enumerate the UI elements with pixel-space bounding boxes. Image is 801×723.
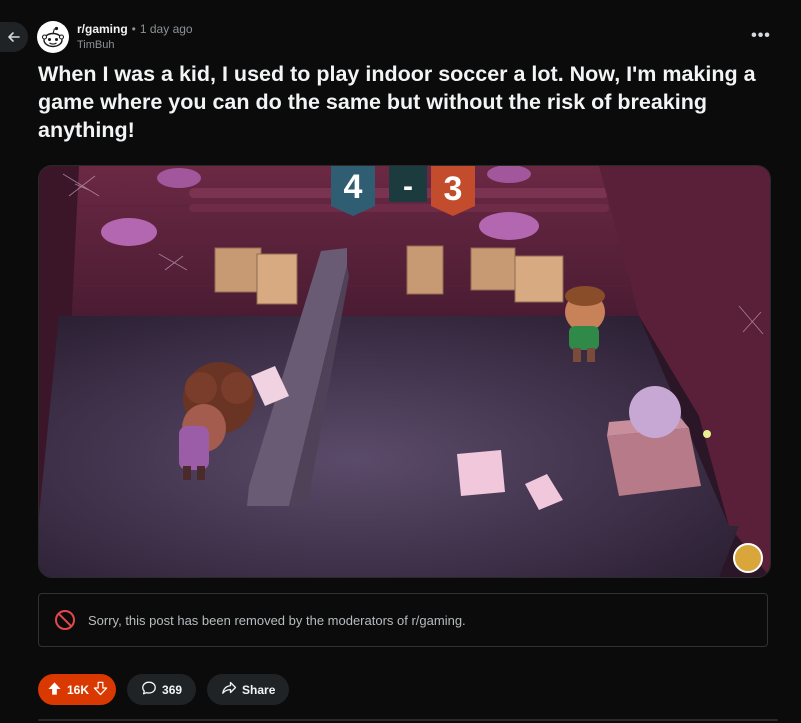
post-title: When I was a kid, I used to play indoor … xyxy=(38,62,756,142)
score-dash: - xyxy=(403,170,413,203)
post-media-video[interactable]: 4 - 3 xyxy=(38,165,771,578)
comments-button[interactable]: 369 xyxy=(127,674,197,705)
meta-separator: • xyxy=(131,22,136,36)
game-scene-image: 4 - 3 xyxy=(39,166,770,577)
comment-bubble-icon xyxy=(141,680,157,699)
subreddit-avatar[interactable] xyxy=(37,21,69,53)
share-button[interactable]: Share xyxy=(207,674,290,705)
reddit-snoo-icon xyxy=(41,26,65,48)
post-time: 1 day ago xyxy=(139,22,193,36)
removed-notice-text: Sorry, this post has been removed by the… xyxy=(88,612,466,628)
back-button[interactable] xyxy=(0,22,28,52)
prohibited-icon xyxy=(54,609,76,631)
post-meta: r/gaming • 1 day ago TimBuh xyxy=(77,21,193,53)
subreddit-link[interactable]: r/gaming xyxy=(77,22,128,36)
score-right: 3 xyxy=(444,170,463,208)
removed-notice: Sorry, this post has been removed by the… xyxy=(38,593,768,647)
arrow-up-icon[interactable] xyxy=(47,681,62,699)
share-label: Share xyxy=(242,682,276,697)
post-actions: 16K 369 Share xyxy=(38,674,290,705)
arrow-down-icon[interactable] xyxy=(93,681,108,699)
divider xyxy=(38,719,778,721)
post-page: r/gaming • 1 day ago TimBuh ••• When I was… xyxy=(0,0,801,723)
share-arrow-icon xyxy=(221,680,237,699)
author-link[interactable]: TimBuh xyxy=(77,37,193,53)
vote-count: 16K xyxy=(67,682,90,697)
overflow-menu-button[interactable]: ••• xyxy=(748,24,774,48)
vote-pill: 16K xyxy=(38,674,117,705)
arrow-left-icon xyxy=(8,32,20,42)
score-left: 4 xyxy=(344,168,363,206)
comments-count: 369 xyxy=(162,682,183,697)
